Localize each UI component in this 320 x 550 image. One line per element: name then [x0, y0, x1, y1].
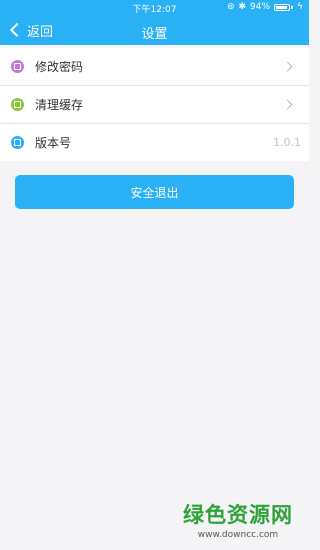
charging-icon: ϟ — [297, 2, 303, 12]
chevron-right-icon — [282, 99, 293, 110]
settings-list: 修改密码 清理缓存 版本号 1.0.1 — [0, 48, 309, 161]
watermark-url: www.downcc.com — [197, 530, 279, 540]
orientation-lock-icon: ⊚ — [226, 2, 235, 12]
status-bar: 下午12:07 ⊚ ✱ 94% ϟ — [0, 0, 309, 15]
watermark: 绿色资源网 www.downcc.com — [183, 499, 293, 540]
chevron-right-icon — [282, 61, 293, 72]
lock-icon — [11, 60, 24, 73]
settings-item-change-password[interactable]: 修改密码 — [0, 48, 309, 86]
settings-item-label: 修改密码 — [35, 60, 84, 74]
app-header: 下午12:07 ⊚ ✱ 94% ϟ 返回 设置 — [0, 0, 309, 45]
settings-item-version: 版本号 1.0.1 — [0, 124, 309, 161]
watermark-title: 绿色资源网 — [183, 503, 293, 527]
settings-item-clear-cache[interactable]: 清理缓存 — [0, 86, 309, 124]
battery-tip — [291, 5, 294, 9]
battery-icon — [274, 3, 291, 11]
battery-percent: 94% — [250, 2, 271, 12]
clean-icon — [11, 98, 24, 111]
page-title: 设置 — [141, 27, 168, 42]
status-indicators: ⊚ ✱ 94% ϟ — [227, 2, 303, 12]
bluetooth-icon: ✱ — [238, 2, 247, 12]
logout-button[interactable]: 安全退出 — [15, 175, 294, 209]
settings-item-label: 清理缓存 — [35, 98, 84, 112]
settings-item-label: 版本号 — [35, 136, 72, 150]
battery-fill — [276, 5, 288, 9]
version-icon — [11, 136, 24, 149]
version-value: 1.0.1 — [273, 136, 301, 149]
nav-bar: 返回 设置 — [0, 14, 309, 45]
